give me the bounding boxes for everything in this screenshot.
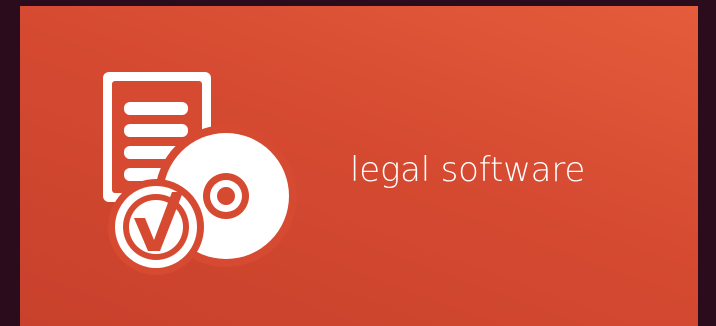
- document-disc-checkmark-icon: [103, 72, 297, 275]
- tile-label: legal software: [350, 150, 586, 190]
- legal-software-tile[interactable]: legal software: [20, 6, 698, 326]
- checkmark-badge-icon: [108, 179, 204, 275]
